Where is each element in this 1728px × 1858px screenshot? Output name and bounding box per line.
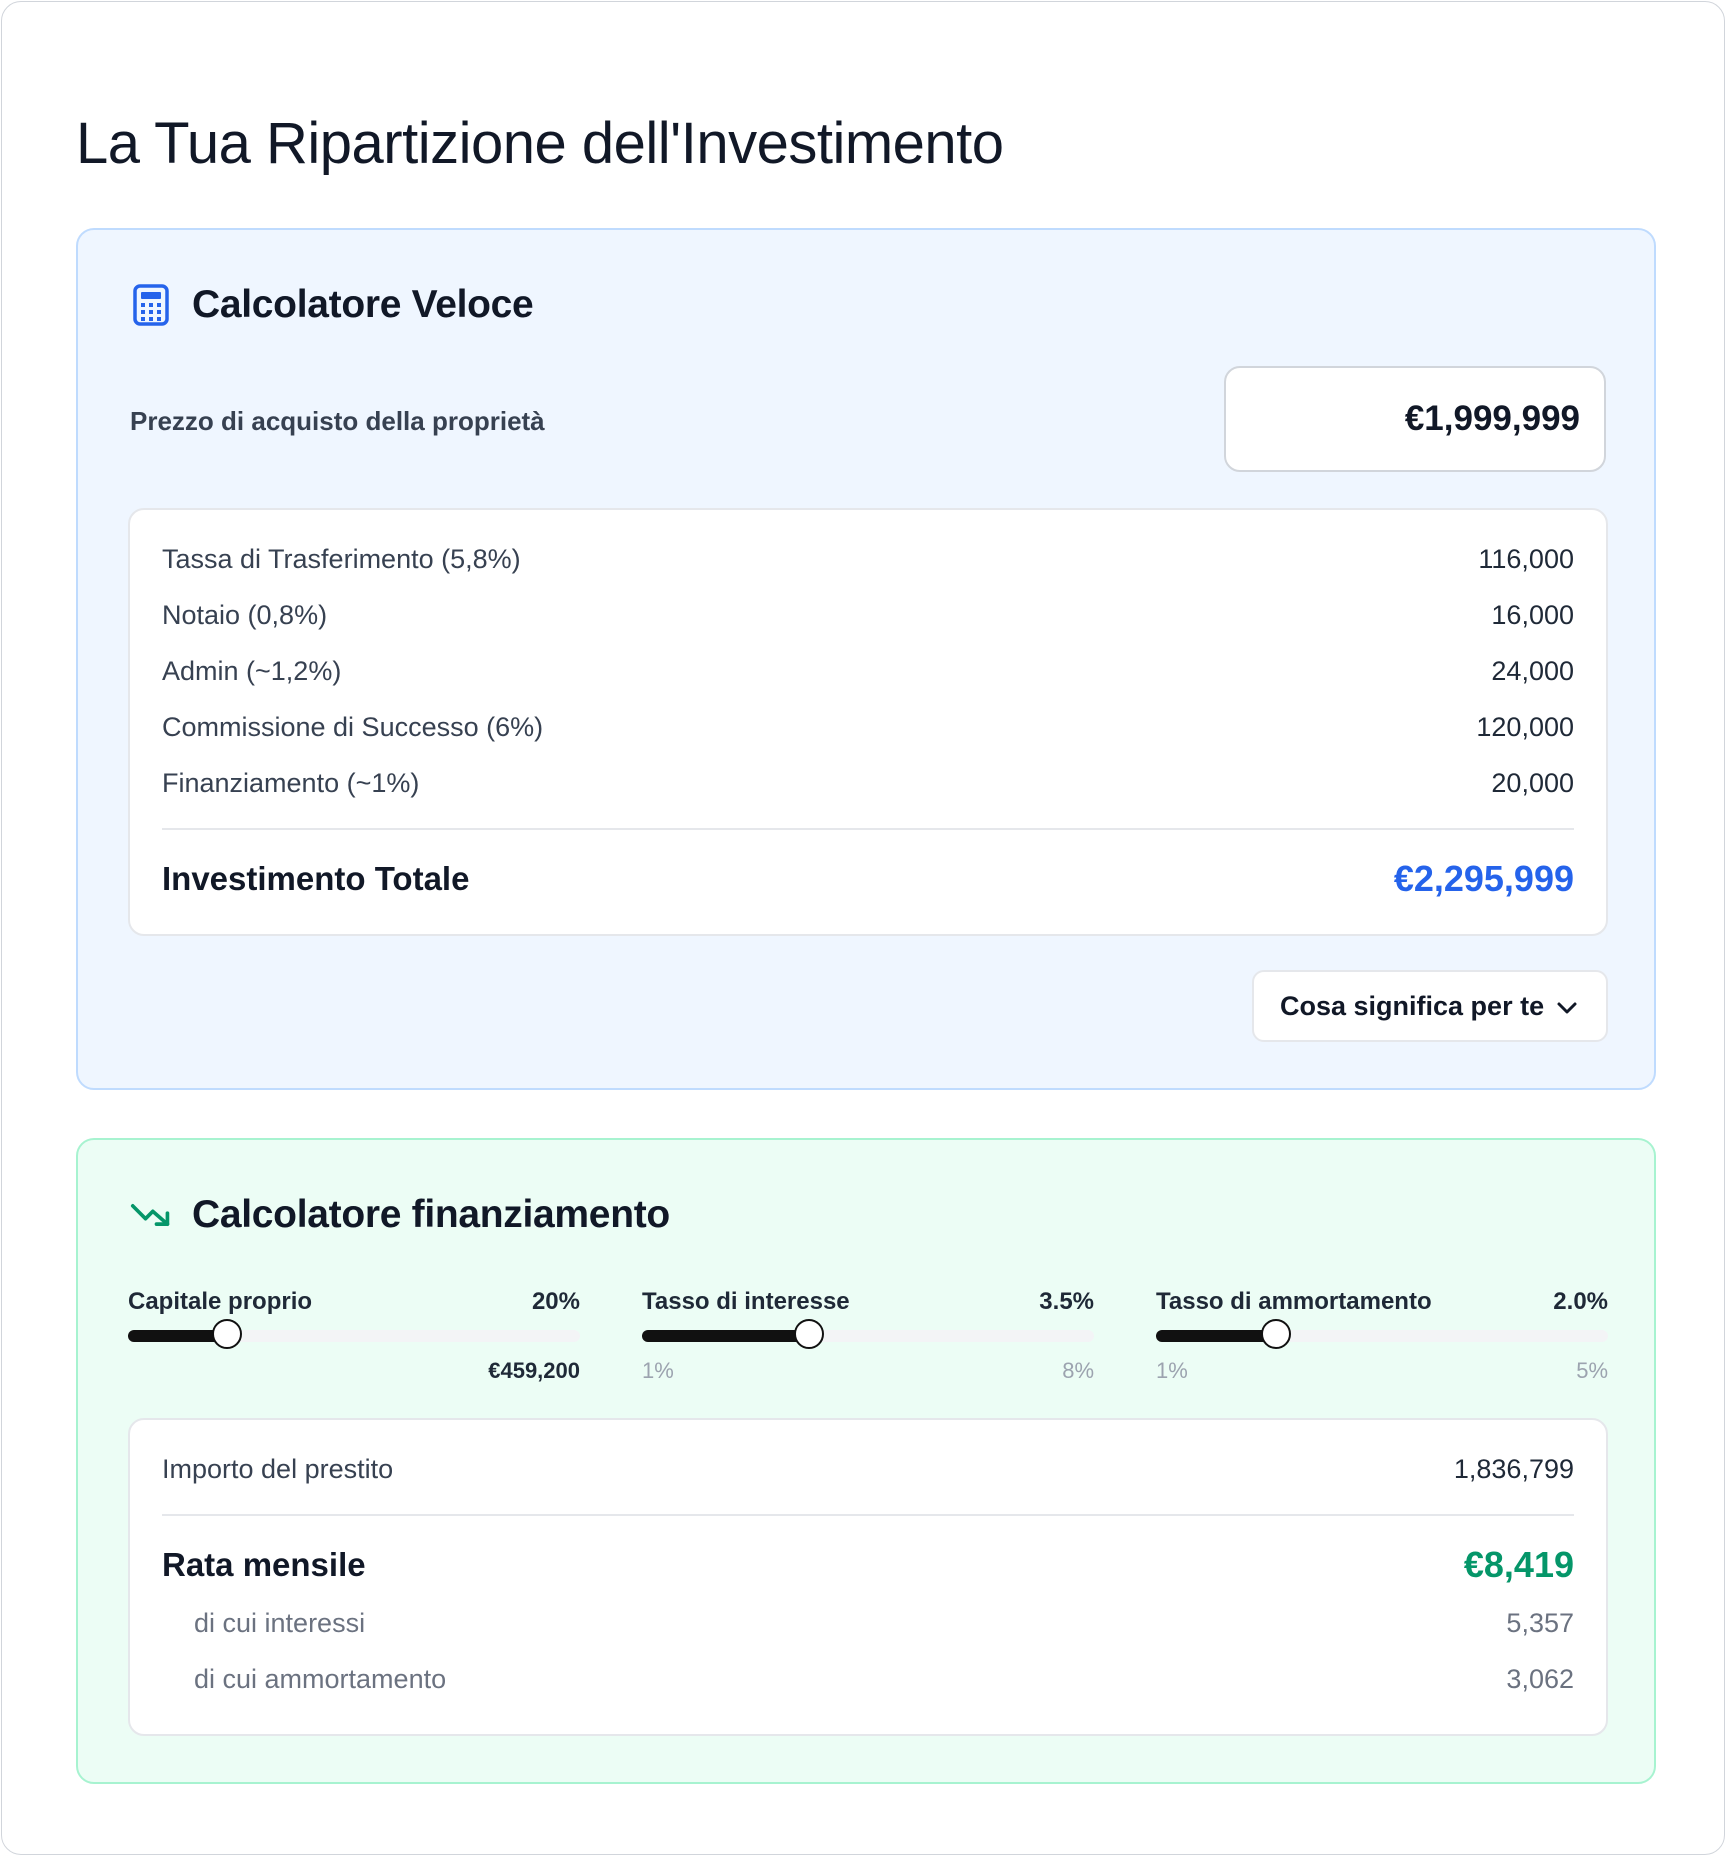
interest-label: di cui interessi bbox=[194, 1608, 366, 1638]
loan-summary: Importo del prestito 1,836,799 Rata mens… bbox=[128, 1418, 1608, 1736]
divider bbox=[162, 828, 1574, 830]
amortization-slider[interactable] bbox=[1156, 1319, 1608, 1349]
fee-row: Finanziamento (~1%) 20,000 bbox=[162, 768, 1574, 799]
fee-row: Tassa di Trasferimento (5,8%) 116,000 bbox=[162, 544, 1574, 575]
amortization-slider-group: Tasso di ammortamento 2.0% 1% 5% bbox=[1156, 1288, 1608, 1384]
interest-row: di cui interessi 5,357 bbox=[194, 1608, 1574, 1639]
slider-label: Capitale proprio bbox=[128, 1288, 313, 1315]
financing-calculator-card: Calcolatore finanziamento Capitale propr… bbox=[76, 1138, 1656, 1784]
chevron-down-icon bbox=[1556, 991, 1578, 1022]
fee-value: 24,000 bbox=[1491, 656, 1574, 686]
fee-label: Tassa di Trasferimento (5,8%) bbox=[162, 544, 521, 574]
slider-max: 5% bbox=[1576, 1358, 1608, 1383]
slider-fill bbox=[642, 1330, 810, 1342]
slider-value: 2.0% bbox=[1553, 1288, 1608, 1315]
divider bbox=[162, 1514, 1574, 1516]
calculator-icon bbox=[130, 282, 172, 328]
loan-row: Importo del prestito 1,836,799 bbox=[162, 1454, 1574, 1485]
financing-calculator-header: Calcolatore finanziamento bbox=[130, 1192, 670, 1238]
slider-label: Tasso di ammortamento bbox=[1156, 1288, 1432, 1315]
meaning-dropdown-button[interactable]: Cosa significa per te bbox=[1252, 970, 1608, 1042]
price-input[interactable] bbox=[1224, 366, 1606, 472]
monthly-rate-row: Rata mensile €8,419 bbox=[162, 1544, 1574, 1586]
slider-max: 8% bbox=[1062, 1358, 1094, 1383]
slider-thumb[interactable] bbox=[794, 1319, 825, 1349]
total-value: €2,295,999 bbox=[1393, 858, 1574, 899]
page-title: La Tua Ripartizione dell'Investimento bbox=[76, 111, 1004, 176]
fee-label: Finanziamento (~1%) bbox=[162, 768, 420, 798]
loan-value: 1,836,799 bbox=[1453, 1454, 1574, 1484]
page-frame: La Tua Ripartizione dell'Investimento Ca… bbox=[1, 1, 1725, 1855]
fee-value: 116,000 bbox=[1478, 544, 1574, 574]
slider-min: 1% bbox=[1156, 1358, 1188, 1383]
fee-label: Commissione di Successo (6%) bbox=[162, 712, 544, 742]
equity-slider[interactable] bbox=[128, 1319, 580, 1349]
quick-calculator-card: Calcolatore Veloce Prezzo di acquisto de… bbox=[76, 228, 1656, 1090]
loan-label: Importo del prestito bbox=[162, 1454, 394, 1484]
slider-value: 20% bbox=[531, 1288, 580, 1315]
meaning-button-label: Cosa significa per te bbox=[1280, 990, 1545, 1021]
interest-slider-group: Tasso di interesse 3.5% 1% 8% bbox=[642, 1288, 1094, 1384]
interest-value: 5,357 bbox=[1506, 1608, 1574, 1638]
slider-thumb[interactable] bbox=[1260, 1319, 1291, 1349]
fee-breakdown: Tassa di Trasferimento (5,8%) 116,000 No… bbox=[128, 508, 1608, 936]
fee-value: 16,000 bbox=[1491, 600, 1574, 630]
fee-label: Admin (~1,2%) bbox=[162, 656, 342, 686]
slider-thumb[interactable] bbox=[212, 1319, 243, 1349]
monthly-rate-value: €8,419 bbox=[1463, 1544, 1574, 1585]
equity-amount: €459,200 bbox=[488, 1358, 580, 1383]
quick-calculator-header: Calcolatore Veloce bbox=[130, 282, 534, 328]
financing-calculator-title: Calcolatore finanziamento bbox=[192, 1193, 670, 1236]
amortization-label: di cui ammortamento bbox=[194, 1664, 447, 1694]
fee-value: 120,000 bbox=[1476, 712, 1574, 742]
amortization-row: di cui ammortamento 3,062 bbox=[194, 1664, 1574, 1695]
slider-label: Tasso di interesse bbox=[642, 1288, 850, 1315]
slider-min: 1% bbox=[642, 1358, 674, 1383]
trending-down-icon bbox=[130, 1192, 172, 1238]
price-label: Prezzo di acquisto della proprietà bbox=[130, 406, 545, 436]
interest-slider[interactable] bbox=[642, 1319, 1094, 1349]
amortization-value: 3,062 bbox=[1506, 1664, 1574, 1694]
fee-row: Notaio (0,8%) 16,000 bbox=[162, 600, 1574, 631]
slider-value: 3.5% bbox=[1039, 1288, 1094, 1315]
fee-row: Commissione di Successo (6%) 120,000 bbox=[162, 712, 1574, 743]
quick-calculator-title: Calcolatore Veloce bbox=[192, 283, 534, 326]
fee-value: 20,000 bbox=[1491, 768, 1574, 798]
equity-slider-group: Capitale proprio 20% €459,200 bbox=[128, 1288, 580, 1384]
slider-fill bbox=[1156, 1330, 1276, 1342]
fee-label: Notaio (0,8%) bbox=[162, 600, 328, 630]
total-row: Investimento Totale €2,295,999 bbox=[162, 858, 1574, 900]
fee-row: Admin (~1,2%) 24,000 bbox=[162, 656, 1574, 687]
total-label: Investimento Totale bbox=[162, 860, 470, 897]
monthly-rate-label: Rata mensile bbox=[162, 1546, 366, 1583]
